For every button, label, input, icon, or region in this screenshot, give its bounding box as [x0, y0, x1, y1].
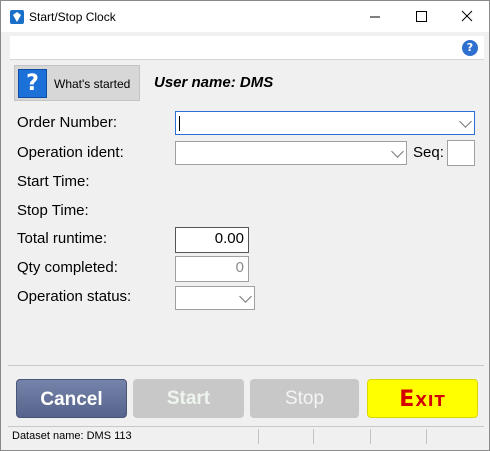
- help-strip: ?: [10, 36, 484, 60]
- close-icon: [461, 10, 473, 22]
- maximize-button[interactable]: [398, 1, 444, 32]
- seq-label: Seq:: [413, 144, 444, 161]
- seq-field[interactable]: [447, 140, 475, 166]
- question-mark-icon: ?: [18, 69, 47, 98]
- operation-ident-label: Operation ident:: [17, 144, 124, 161]
- text-caret: [179, 116, 180, 131]
- exit-button[interactable]: Exit: [367, 379, 478, 418]
- status-separator: [313, 429, 314, 444]
- dataset-name: Dataset name: DMS 113: [12, 430, 132, 442]
- app-icon: [10, 10, 24, 24]
- question-circle-icon[interactable]: ?: [462, 40, 478, 56]
- status-separator: [426, 429, 427, 444]
- operation-status-select[interactable]: [175, 286, 255, 310]
- order-number-field[interactable]: [175, 111, 475, 135]
- window-title: Start/Stop Clock: [29, 10, 116, 24]
- maximize-icon: [416, 11, 427, 22]
- close-button[interactable]: [444, 1, 489, 32]
- divider: [8, 365, 484, 366]
- start-time-label: Start Time:: [17, 173, 90, 190]
- title-bar: Start/Stop Clock: [1, 1, 489, 32]
- stop-time-label: Stop Time:: [17, 202, 89, 219]
- total-runtime-value: 0.00: [175, 227, 249, 253]
- start-stop-clock-window: Start/Stop Clock ? ? What's started User…: [0, 0, 490, 451]
- start-button[interactable]: Start: [133, 379, 244, 418]
- qty-completed-field[interactable]: 0: [175, 256, 249, 282]
- chevron-down-icon: [239, 290, 252, 303]
- order-number-label: Order Number:: [17, 114, 118, 131]
- cancel-button[interactable]: Cancel: [16, 379, 127, 418]
- operation-ident-field[interactable]: [175, 141, 407, 165]
- qty-completed-label: Qty completed:: [17, 259, 118, 276]
- user-name: User name: DMS: [154, 74, 274, 91]
- status-separator: [370, 429, 371, 444]
- whats-started-button[interactable]: ? What's started: [14, 65, 140, 101]
- operation-status-label: Operation status:: [17, 288, 132, 305]
- chevron-down-icon: [391, 145, 404, 158]
- status-separator: [258, 429, 259, 444]
- chevron-down-icon: [459, 115, 472, 128]
- stop-button[interactable]: Stop: [250, 379, 359, 418]
- total-runtime-label: Total runtime:: [17, 230, 108, 247]
- minimize-button[interactable]: [352, 1, 398, 32]
- status-bar: Dataset name: DMS 113: [8, 426, 484, 446]
- minimize-icon: [370, 16, 380, 18]
- exit-label: Exit: [399, 387, 446, 412]
- whats-started-label: What's started: [54, 77, 131, 91]
